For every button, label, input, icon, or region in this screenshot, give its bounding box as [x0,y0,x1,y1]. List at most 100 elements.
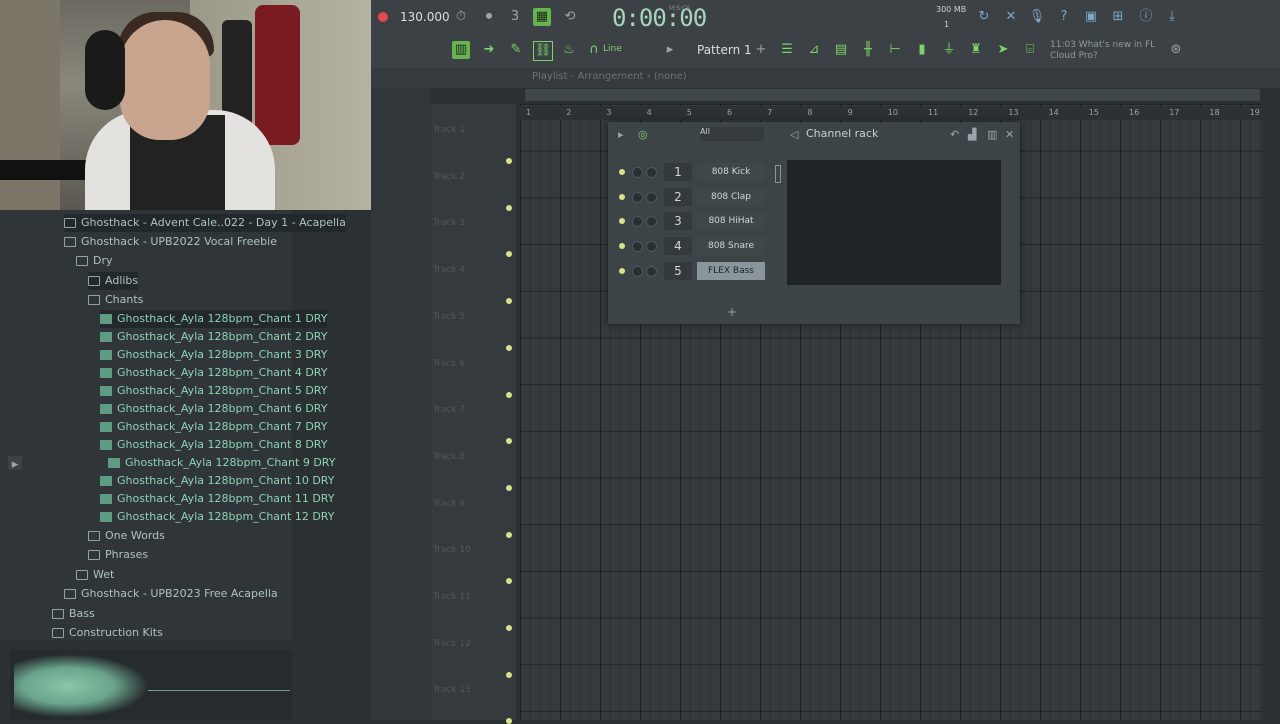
browser-file[interactable]: Ghosthack_Ayla 128bpm_Chant 10 DRY [100,472,334,490]
browser-file[interactable]: Ghosthack_Ayla 128bpm_Chant 8 DRY [100,436,327,454]
stamp-icon[interactable]: ♨ [560,41,578,59]
channel-pan-knob[interactable] [632,265,643,277]
vertical-scrollbar[interactable] [1263,104,1280,720]
plug-icon[interactable]: ⏚ [940,41,958,59]
track-label[interactable]: Track 7 [433,405,465,415]
channel-mute-led[interactable] [619,193,625,200]
browser-folder[interactable]: Chants [88,291,143,309]
piano-roll-icon[interactable]: ⊿ [805,41,823,59]
add-pattern-icon[interactable]: + [752,41,770,59]
time-display[interactable]: 0:00:00 [612,4,707,32]
plugin-icon[interactable]: ⊞ [1109,8,1127,26]
undo-icon[interactable]: ↻ [975,8,993,26]
channel-volume-knob[interactable] [646,265,657,277]
tools-icon[interactable]: ✕ [1002,8,1020,26]
rack-play-icon[interactable]: ▸ [618,128,624,141]
browser-file[interactable]: Ghosthack_Ayla 128bpm_Chant 7 DRY [100,418,327,436]
browser-folder[interactable]: Bass [52,605,95,623]
channel-rack-icon[interactable]: ▤ [832,41,850,59]
loop-record-icon[interactable]: ⟲ [561,8,579,26]
track-label[interactable]: Track 8 [433,452,465,462]
track-label[interactable]: Track 13 [433,685,471,695]
channel-filter[interactable]: All [700,127,764,141]
save-icon[interactable]: ▣ [1082,8,1100,26]
piano-icon[interactable]: ▥ [452,41,470,59]
horizontal-scrollbar[interactable] [525,89,1260,101]
track-label[interactable]: Track 9 [433,499,465,509]
browser-collapse-icon[interactable]: ▸ [8,456,22,472]
track-mute-led[interactable] [506,718,512,724]
wait-record-icon[interactable]: ⏺ [480,8,498,26]
project-icon[interactable]: ▮ [913,41,931,59]
arrow-right-icon[interactable]: ➜ [480,41,498,59]
rack-graph-icon[interactable]: ▟ [968,128,976,141]
pencil-icon[interactable]: ✎ [507,41,525,59]
track-label[interactable]: Track 5 [433,312,465,322]
track-mute-led[interactable] [506,484,512,491]
playlist-icon[interactable]: ☰ [778,41,796,59]
browser-file[interactable]: Ghosthack_Ayla 128bpm_Chant 3 DRY [100,346,327,364]
track-label[interactable]: Track 12 [433,639,471,649]
channel-name-button[interactable]: 808 HiHat [697,212,765,231]
browser-folder[interactable]: Wet [76,566,114,584]
track-mute-led[interactable] [506,158,512,164]
channel-mixer-track[interactable]: 1 [664,163,692,181]
pattern-prev-icon[interactable]: ▸ [661,41,679,59]
browser-file[interactable]: Ghosthack_Ayla 128bpm_Chant 6 DRY [100,400,327,418]
channel-name-button[interactable]: FLEX Bass [697,261,765,280]
track-mute-led[interactable] [506,625,512,631]
mic-icon[interactable]: 🎙 [1028,8,1046,26]
metronome-icon[interactable]: ⏱ [452,8,470,26]
cart-icon[interactable]: ⌸ [1021,41,1039,59]
track-label[interactable]: Track 6 [433,359,465,369]
channel-mixer-track[interactable]: 3 [664,212,692,231]
step-sequencer-area[interactable] [787,160,1001,285]
channel-name-button[interactable]: 808 Snare [697,237,765,256]
channel-pan-knob[interactable] [632,167,643,178]
browser-folder[interactable]: Ghosthack - UPB2023 Free Acapella [64,585,278,603]
track-label[interactable]: Track 10 [433,545,471,555]
channel-mixer-track[interactable]: 5 [664,261,692,280]
track-label[interactable]: Track 11 [433,592,471,602]
channel-pan-knob[interactable] [632,191,643,203]
browser-icon[interactable]: ⊢ [886,41,904,59]
channel-name-button[interactable]: 808 Kick [697,163,765,181]
track-mute-led[interactable] [506,391,512,398]
globe-icon[interactable]: ⊛ [1167,41,1185,59]
channel-volume-knob[interactable] [646,191,657,203]
countdown-icon[interactable]: 3 [506,8,524,26]
browser-file[interactable]: Ghosthack_Ayla 128bpm_Chant 5 DRY [100,382,327,400]
browser-folder[interactable]: Dry [76,252,113,270]
channel-mixer-track[interactable]: 2 [664,187,692,206]
news-panel[interactable]: 11:03 What's new in FL Cloud Pro? [1050,40,1155,62]
channel-mixer-track[interactable]: 4 [664,237,692,256]
track-label[interactable]: Track 4 [433,265,465,275]
tempo-tapper-icon[interactable]: ♜ [967,41,985,59]
browser-file[interactable]: Ghosthack_Ayla 128bpm_Chant 12 DRY [100,508,334,526]
track-label[interactable]: Track 1 [433,125,465,135]
channel-mute-led[interactable] [619,267,625,274]
browser-folder[interactable]: Ghosthack - Advent Cale..022 - Day 1 - A… [64,214,346,232]
channel-volume-knob[interactable] [646,167,657,178]
browser-folder[interactable]: Adlibs [88,271,139,290]
browser-file[interactable]: Ghosthack_Ayla 128bpm_Chant 2 DRY [100,328,327,346]
link-icon[interactable]: ⛓ [533,41,553,61]
rack-swing-icon[interactable]: ◎ [638,128,648,141]
track-mute-led[interactable] [506,531,512,538]
track-label[interactable]: Track 2 [433,172,465,182]
browser-folder[interactable]: Phrases [88,546,148,564]
magnet-icon[interactable]: ∩ [585,41,603,59]
channel-selector-bar[interactable] [775,165,781,183]
add-channel-button[interactable]: + [727,305,737,319]
info-icon[interactable]: ⓘ [1137,8,1155,26]
help-icon[interactable]: ? [1055,8,1073,26]
tempo-display[interactable]: 130.000 [400,10,450,24]
browser-file[interactable]: Ghosthack_Ayla 128bpm_Chant 1 DRY [100,310,328,328]
browser-folder[interactable]: One Words [88,527,165,545]
rack-close-icon[interactable]: ✕ [1005,128,1014,141]
track-mute-led[interactable] [506,671,512,678]
browser-file[interactable]: Ghosthack_Ayla 128bpm_Chant 9 DRY [108,454,335,472]
track-label[interactable]: Track 3 [433,218,465,228]
rack-steps-icon[interactable]: ▥ [987,128,997,141]
channel-mute-led[interactable] [619,169,625,175]
